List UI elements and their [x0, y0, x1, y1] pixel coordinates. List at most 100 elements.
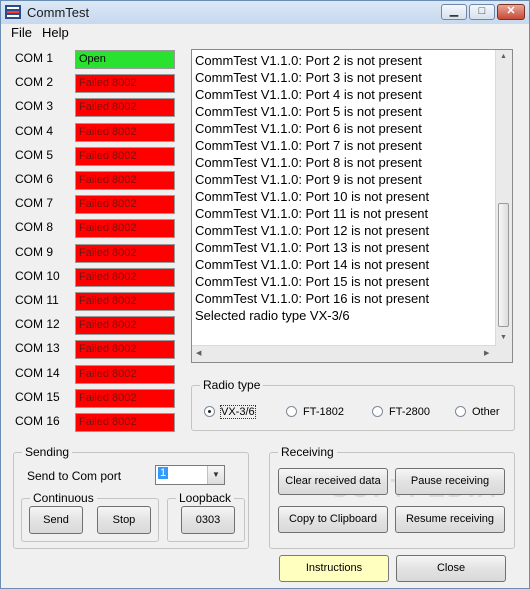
radio-option-other[interactable]: Other: [455, 404, 500, 418]
com-port-status: Failed 8002: [75, 340, 175, 360]
vertical-scrollbar[interactable]: ▲ ▼: [495, 50, 512, 346]
radio-unselected-icon: [286, 406, 297, 418]
sending-title: Sending: [22, 445, 73, 459]
radio-unselected-icon: [372, 406, 383, 418]
receiving-title: Receiving: [278, 445, 337, 459]
radio-option-label: FT-1802: [303, 405, 344, 418]
radio-option-ft2800[interactable]: FT-2800: [372, 404, 430, 418]
log-line: CommTest V1.1.0: Port 8 is not present: [195, 155, 422, 170]
horizontal-scrollbar[interactable]: ◀ ▶: [192, 345, 496, 362]
dropdown-arrow-icon[interactable]: ▼: [207, 466, 224, 484]
menu-bar: File Help: [1, 24, 529, 42]
log-line: CommTest V1.1.0: Port 16 is not present: [195, 291, 430, 306]
log-line: CommTest V1.1.0: Port 3 is not present: [195, 70, 422, 85]
loopback-button[interactable]: 0303: [181, 506, 235, 534]
log-line: CommTest V1.1.0: Port 5 is not present: [195, 104, 422, 119]
commtest-window: CommTest ▁ □ ✕ File Help COM 1 Open COM 2 F…: [0, 0, 530, 589]
com-port-label: COM 13: [15, 341, 60, 356]
menu-help[interactable]: Help: [42, 25, 69, 40]
scroll-corner: [496, 346, 512, 362]
com-port-status: Failed 8002: [75, 219, 175, 239]
com-port-status: Open: [75, 50, 175, 69]
com-port-status: Failed 8002: [75, 364, 175, 384]
com-port-label: COM 8: [15, 220, 54, 235]
log-line: CommTest V1.1.0: Port 15 is not present: [195, 274, 430, 289]
com-port-value: 1: [158, 467, 169, 479]
radio-type-group: Radio type VX-3/6 FT-1802 FT-2800 Other: [191, 378, 515, 431]
log-line: CommTest V1.1.0: Port 12 is not present: [195, 223, 430, 238]
continuous-title: Continuous: [30, 491, 97, 505]
log-textbox[interactable]: CommTest V1.1.0: Port 2 is not present Co…: [191, 49, 513, 363]
log-line: CommTest V1.1.0: Port 10 is not present: [195, 189, 430, 204]
log-line: CommTest V1.1.0: Port 13 is not present: [195, 240, 430, 255]
log-line: CommTest V1.1.0: Port 11 is not present: [195, 206, 429, 221]
loopback-title: Loopback: [176, 491, 235, 505]
com-port-status: Failed 8002: [75, 413, 175, 432]
log-line: CommTest V1.1.0: Port 9 is not present: [195, 172, 422, 187]
com-port-label: COM 7: [15, 196, 54, 211]
com-port-status: Failed 8002: [75, 171, 175, 190]
com-port-label: COM 5: [15, 147, 54, 162]
com-port-status: Failed 8002: [75, 267, 175, 287]
pause-receiving-button[interactable]: Pause receiving: [395, 468, 505, 495]
radio-option-label: Other: [472, 405, 500, 418]
radio-type-title: Radio type: [200, 378, 264, 392]
scroll-up-icon[interactable]: ▲: [500, 53, 507, 60]
vertical-scroll-thumb[interactable]: [498, 203, 509, 327]
com-port-label: COM 10: [15, 268, 60, 283]
com-port-label: COM 16: [15, 414, 60, 428]
log-line: CommTest V1.1.0: Port 2 is not present: [195, 53, 422, 68]
com-port-label: COM 9: [15, 244, 54, 259]
com-port-status: Failed 8002: [75, 98, 175, 118]
com-port-status: Failed 8002: [75, 122, 175, 142]
com-port-status: Failed 8002: [75, 316, 175, 336]
maximize-icon: □: [478, 5, 486, 17]
radio-option-label: FT-2800: [389, 405, 430, 418]
send-port-label: Send to Com port: [27, 469, 122, 483]
com-port-status: Failed 8002: [75, 146, 175, 166]
resume-receiving-button[interactable]: Resume receiving: [395, 506, 505, 533]
com-port-label: COM 15: [15, 389, 60, 404]
radio-selected-icon: [204, 406, 215, 418]
minimize-icon: ▁: [449, 5, 459, 17]
app-icon: [5, 5, 21, 19]
radio-option-ft1802[interactable]: FT-1802: [286, 404, 344, 418]
close-button[interactable]: Close: [396, 555, 506, 582]
send-button[interactable]: Send: [29, 506, 83, 534]
com-port-status: Failed 8002: [75, 195, 175, 215]
radio-unselected-icon: [455, 406, 466, 418]
log-line: CommTest V1.1.0: Port 6 is not present: [195, 121, 422, 136]
com-port-label: COM 11: [15, 293, 59, 307]
title-bar[interactable]: CommTest ▁ □ ✕: [1, 1, 529, 24]
instructions-button[interactable]: Instructions: [279, 555, 389, 582]
scroll-right-icon[interactable]: ▶: [484, 349, 489, 357]
stop-button[interactable]: Stop: [97, 506, 151, 534]
scroll-down-icon[interactable]: ▼: [500, 334, 507, 341]
com-port-label: COM 3: [15, 99, 54, 114]
com-port-label: COM 2: [15, 75, 54, 90]
menu-file[interactable]: File: [11, 25, 32, 40]
com-port-status: Failed 8002: [75, 292, 175, 311]
log-line: CommTest V1.1.0: Port 14 is not present: [195, 257, 430, 272]
com-port-label: COM 12: [15, 317, 60, 332]
window-title: CommTest: [27, 5, 90, 20]
radio-option-vx36[interactable]: VX-3/6: [204, 404, 256, 419]
copy-to-clipboard-button[interactable]: Copy to Clipboard: [278, 506, 388, 533]
log-line: CommTest V1.1.0: Port 4 is not present: [195, 87, 422, 102]
close-window-button[interactable]: ✕: [497, 4, 525, 20]
log-line: CommTest V1.1.0: Port 7 is not present: [195, 138, 422, 153]
log-line: Selected radio type VX-3/6: [195, 308, 350, 323]
com-port-status: Failed 8002: [75, 388, 175, 408]
scroll-left-icon[interactable]: ◀: [196, 349, 201, 357]
radio-option-label: VX-3/6: [220, 404, 256, 419]
clear-received-data-button[interactable]: Clear received data: [278, 468, 388, 495]
close-icon: ✕: [506, 5, 516, 17]
maximize-button[interactable]: □: [469, 4, 495, 20]
com-port-label: COM 4: [15, 123, 54, 138]
com-port-status: Failed 8002: [75, 243, 175, 263]
com-port-select[interactable]: 1 ▼: [155, 465, 225, 485]
com-port-label: COM 14: [15, 365, 60, 380]
com-port-label: COM 6: [15, 172, 54, 186]
com-port-label: COM 1: [15, 51, 54, 65]
minimize-button[interactable]: ▁: [441, 4, 467, 20]
